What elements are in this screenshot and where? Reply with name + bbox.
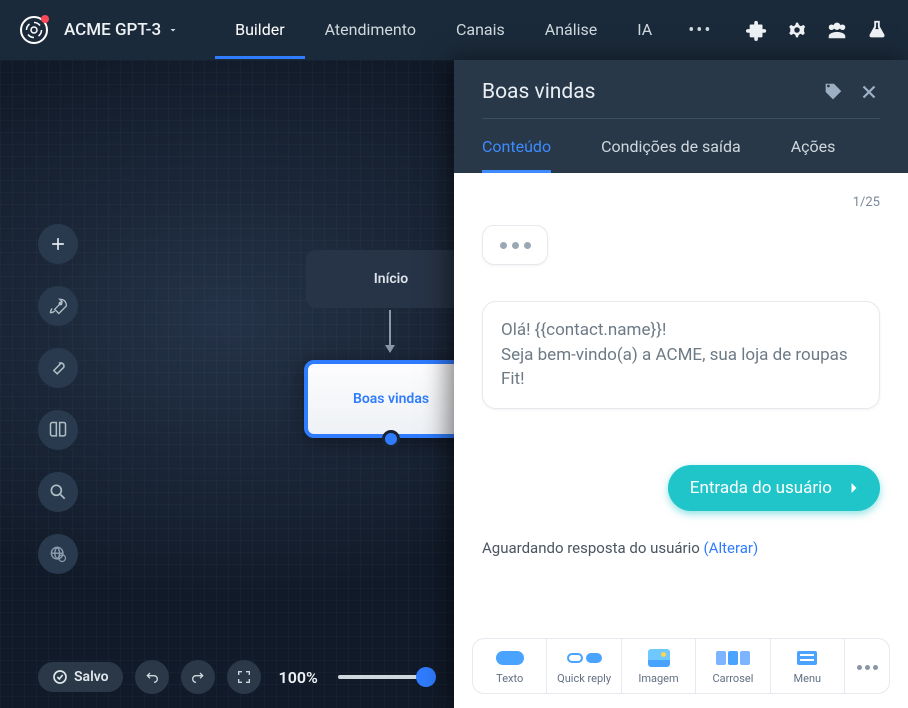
chevron-down-icon bbox=[167, 24, 179, 36]
tab-ia[interactable]: IA bbox=[617, 2, 672, 59]
tab-canais[interactable]: Canais bbox=[436, 2, 525, 59]
content-type-label: Carrosel bbox=[712, 672, 753, 685]
wrench-button[interactable] bbox=[38, 348, 78, 388]
add-button[interactable] bbox=[38, 224, 78, 264]
app-logo[interactable] bbox=[20, 16, 48, 44]
save-status-text: Salvo bbox=[74, 669, 109, 685]
top-nav: ACME GPT-3 Builder Atendimento Canais An… bbox=[0, 0, 908, 60]
menu-icon bbox=[797, 651, 817, 665]
zoom-level: 100% bbox=[279, 668, 318, 687]
node-editor-panel: Boas vindas Conteúdo Condições de saída … bbox=[454, 60, 908, 708]
content-counter: 1/25 bbox=[853, 195, 880, 210]
zoom-slider[interactable] bbox=[338, 675, 434, 679]
content-type-quickreply[interactable]: Quick reply bbox=[547, 639, 620, 693]
redo-button[interactable] bbox=[181, 660, 215, 694]
puzzle-icon[interactable] bbox=[746, 19, 768, 41]
nav-more-icon[interactable]: ••• bbox=[688, 20, 712, 41]
close-icon[interactable] bbox=[858, 81, 880, 103]
carousel-icon bbox=[716, 651, 750, 665]
tab-atendimento[interactable]: Atendimento bbox=[305, 2, 436, 59]
node-welcome[interactable]: Boas vindas bbox=[304, 360, 478, 438]
content-type-texto[interactable]: Texto bbox=[473, 639, 546, 693]
node-welcome-label: Boas vindas bbox=[353, 391, 429, 407]
tab-analise[interactable]: Análise bbox=[525, 2, 618, 59]
content-type-label: Quick reply bbox=[557, 672, 611, 685]
canvas-bottom-bar: Salvo 100% bbox=[38, 660, 434, 694]
more-icon bbox=[857, 665, 878, 670]
nav-right bbox=[746, 19, 888, 41]
content-type-carrosel[interactable]: Carrosel bbox=[696, 639, 769, 693]
panel-header: Boas vindas Conteúdo Condições de saída … bbox=[454, 60, 908, 173]
tag-icon[interactable] bbox=[822, 81, 844, 103]
node-start[interactable]: Início bbox=[306, 250, 476, 308]
app-title-text: ACME GPT-3 bbox=[64, 20, 161, 40]
save-status-chip[interactable]: Salvo bbox=[38, 662, 123, 692]
content-type-menu[interactable]: Menu bbox=[771, 639, 844, 693]
panel-tabs: Conteúdo Condições de saída Ações bbox=[482, 137, 880, 173]
waiting-text: Aguardando resposta do usuário (Alterar) bbox=[482, 539, 880, 557]
notification-dot bbox=[41, 15, 49, 23]
search-button[interactable] bbox=[38, 472, 78, 512]
globe-settings-button[interactable] bbox=[38, 534, 78, 574]
zoom-thumb[interactable] bbox=[416, 667, 436, 687]
tab-builder[interactable]: Builder bbox=[215, 2, 305, 59]
node-start-label: Início bbox=[374, 271, 408, 287]
typing-indicator[interactable] bbox=[482, 225, 548, 265]
content-type-imagem[interactable]: Imagem bbox=[622, 639, 695, 693]
user-input-pill[interactable]: Entrada do usuário bbox=[668, 465, 880, 511]
undo-button[interactable] bbox=[135, 660, 169, 694]
panel-title[interactable]: Boas vindas bbox=[482, 80, 808, 104]
content-type-label: Menu bbox=[794, 672, 822, 685]
app-title-dropdown[interactable]: ACME GPT-3 bbox=[64, 20, 179, 40]
gear-icon[interactable] bbox=[786, 19, 808, 41]
users-icon[interactable] bbox=[826, 19, 848, 41]
fullscreen-button[interactable] bbox=[227, 660, 261, 694]
message-text: Olá! {{contact.name}}! Seja bem-vindo(a)… bbox=[501, 320, 848, 389]
chevron-right-icon bbox=[844, 478, 864, 498]
content-type-more[interactable] bbox=[845, 639, 889, 693]
flow-arrow bbox=[389, 310, 391, 352]
tab-condicoes[interactable]: Condições de saída bbox=[601, 137, 741, 173]
quickreply-icon bbox=[567, 653, 602, 663]
book-button[interactable] bbox=[38, 410, 78, 450]
content-type-label: Texto bbox=[496, 672, 523, 685]
tab-acoes[interactable]: Ações bbox=[791, 137, 836, 173]
user-input-label: Entrada do usuário bbox=[690, 478, 832, 498]
rocket-button[interactable] bbox=[38, 286, 78, 326]
waiting-text-static: Aguardando resposta do usuário bbox=[482, 539, 704, 557]
content-type-bar: Texto Quick reply Imagem Carrosel Menu bbox=[472, 638, 890, 694]
content-type-label: Imagem bbox=[638, 672, 678, 685]
flow-canvas[interactable]: Início Boas vindas Salvo 100% bbox=[0, 60, 454, 708]
waiting-change-link[interactable]: (Alterar) bbox=[704, 539, 759, 557]
check-circle-icon bbox=[52, 669, 68, 685]
nav-tabs: Builder Atendimento Canais Análise IA bbox=[215, 2, 672, 59]
tool-column bbox=[38, 224, 78, 574]
tab-conteudo[interactable]: Conteúdo bbox=[482, 137, 551, 173]
text-icon bbox=[496, 651, 524, 665]
beaker-icon[interactable] bbox=[866, 19, 888, 41]
image-icon bbox=[648, 649, 670, 667]
message-bubble[interactable]: Olá! {{contact.name}}! Seja bem-vindo(a)… bbox=[482, 301, 880, 409]
node-connection-handle[interactable] bbox=[382, 430, 400, 448]
panel-body: 1/25 Olá! {{contact.name}}! Seja bem-vin… bbox=[454, 173, 908, 638]
